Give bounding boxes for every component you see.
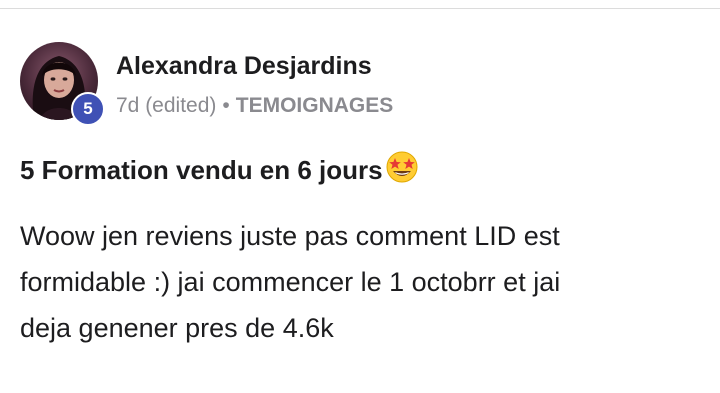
post-body: Woow jen reviens juste pas comment LID e… — [20, 213, 700, 351]
post-body-line: Woow jen reviens juste pas comment LID e… — [20, 221, 560, 251]
post-body-line: formidable :) jai commencer le 1 octobrr… — [20, 267, 561, 297]
level-badge: 5 — [71, 92, 105, 126]
post-header: 5 Alexandra Desjardins 7d (edited) • TEM… — [20, 42, 700, 126]
star-struck-emoji-icon — [385, 150, 419, 191]
post-meta: 7d (edited) • TEMOIGNAGES — [116, 94, 393, 118]
author-name[interactable]: Alexandra Desjardins — [116, 52, 372, 81]
post-title: 5 Formation vendu en 6 jours — [20, 150, 419, 191]
post-timestamp: 7d (edited) — [116, 94, 217, 117]
post-body-line: deja genener pres de 4.6k — [20, 313, 334, 343]
author-avatar-container[interactable]: 5 — [20, 42, 105, 126]
meta-separator: • — [222, 94, 230, 117]
category-link[interactable]: TEMOIGNAGES — [236, 94, 394, 118]
top-divider — [0, 8, 720, 9]
post-title-text: 5 Formation vendu en 6 jours — [20, 155, 383, 185]
